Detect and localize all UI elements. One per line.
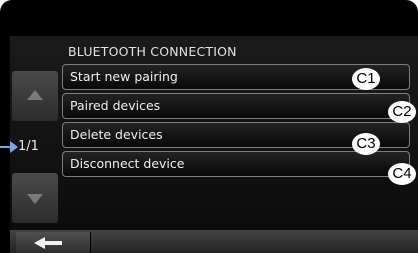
- triangle-down-icon: [27, 194, 43, 204]
- callout-c4: C4: [388, 163, 416, 185]
- page-indicator: 1/1: [18, 139, 39, 154]
- callout-c1: C1: [352, 68, 380, 90]
- menu-item-label: Delete devices: [70, 127, 163, 142]
- menu-item-label: Paired devices: [70, 98, 161, 113]
- arrow-pointer-head: [10, 141, 18, 153]
- page-title: BLUETOOTH CONNECTION: [68, 44, 237, 59]
- callout-c2: C2: [388, 101, 416, 123]
- menu-item-label: Start new pairing: [70, 69, 178, 84]
- triangle-up-icon: [27, 90, 43, 100]
- left-arrow-shaft: [44, 241, 62, 245]
- paired-devices-button[interactable]: Paired devices: [62, 93, 410, 119]
- menu-item-label: Disconnect device: [70, 156, 185, 171]
- disconnect-device-button[interactable]: Disconnect device: [62, 151, 410, 177]
- scroll-down-button[interactable]: [12, 173, 58, 223]
- scroll-up-button[interactable]: [12, 71, 58, 121]
- back-button[interactable]: [16, 232, 91, 253]
- callout-c3: C3: [352, 133, 380, 155]
